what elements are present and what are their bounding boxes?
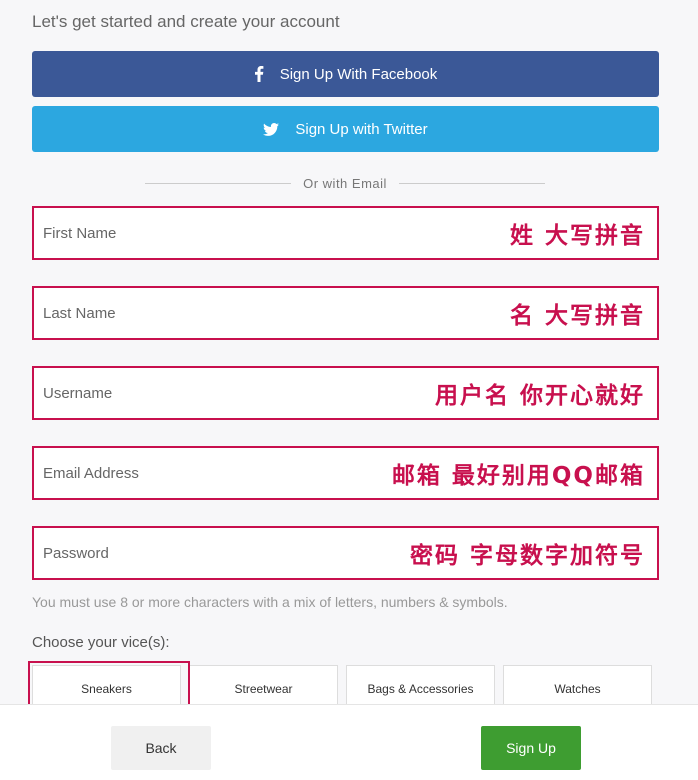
email-annotation: 邮箱 最好别用QQ邮箱	[391, 463, 645, 489]
divider-line-left	[145, 182, 292, 184]
footer-bar: Back Sign Up	[0, 704, 698, 780]
divider-text: Or with Email	[303, 175, 387, 191]
last-name-annotation: 名 大写拼音	[509, 303, 645, 329]
first-name-field-box: 姓 大写拼音	[32, 206, 659, 260]
facebook-icon	[254, 66, 264, 82]
email-input[interactable]	[34, 463, 345, 483]
first-name-input[interactable]	[34, 223, 345, 243]
facebook-signup-button[interactable]: Sign Up With Facebook	[32, 51, 659, 97]
password-field-box: 密码 字母数字加符号	[32, 526, 659, 580]
username-input[interactable]	[34, 383, 345, 403]
last-name-field-box: 名 大写拼音	[32, 286, 659, 340]
vice-label: Choose your vice(s):	[32, 634, 170, 651]
password-input[interactable]	[34, 543, 345, 563]
first-name-annotation: 姓 大写拼音	[509, 223, 645, 249]
last-name-input[interactable]	[34, 303, 345, 323]
twitter-signup-button[interactable]: Sign Up with Twitter	[32, 106, 659, 152]
back-button[interactable]: Back	[111, 726, 211, 770]
facebook-signup-label: Sign Up With Facebook	[279, 65, 438, 83]
password-hint: You must use 8 or more characters with a…	[32, 594, 508, 610]
email-field-box: 邮箱 最好别用QQ邮箱	[32, 446, 659, 500]
page-heading: Let's get started and create your accoun…	[32, 12, 340, 31]
email-divider: Or with Email	[145, 174, 546, 192]
sign-up-button[interactable]: Sign Up	[481, 726, 581, 770]
username-annotation: 用户名 你开心就好	[434, 383, 645, 409]
username-field-box: 用户名 你开心就好	[32, 366, 659, 420]
twitter-signup-label: Sign Up with Twitter	[295, 120, 428, 138]
password-annotation: 密码 字母数字加符号	[409, 543, 645, 569]
divider-line-right	[398, 182, 546, 184]
twitter-icon	[263, 122, 280, 136]
